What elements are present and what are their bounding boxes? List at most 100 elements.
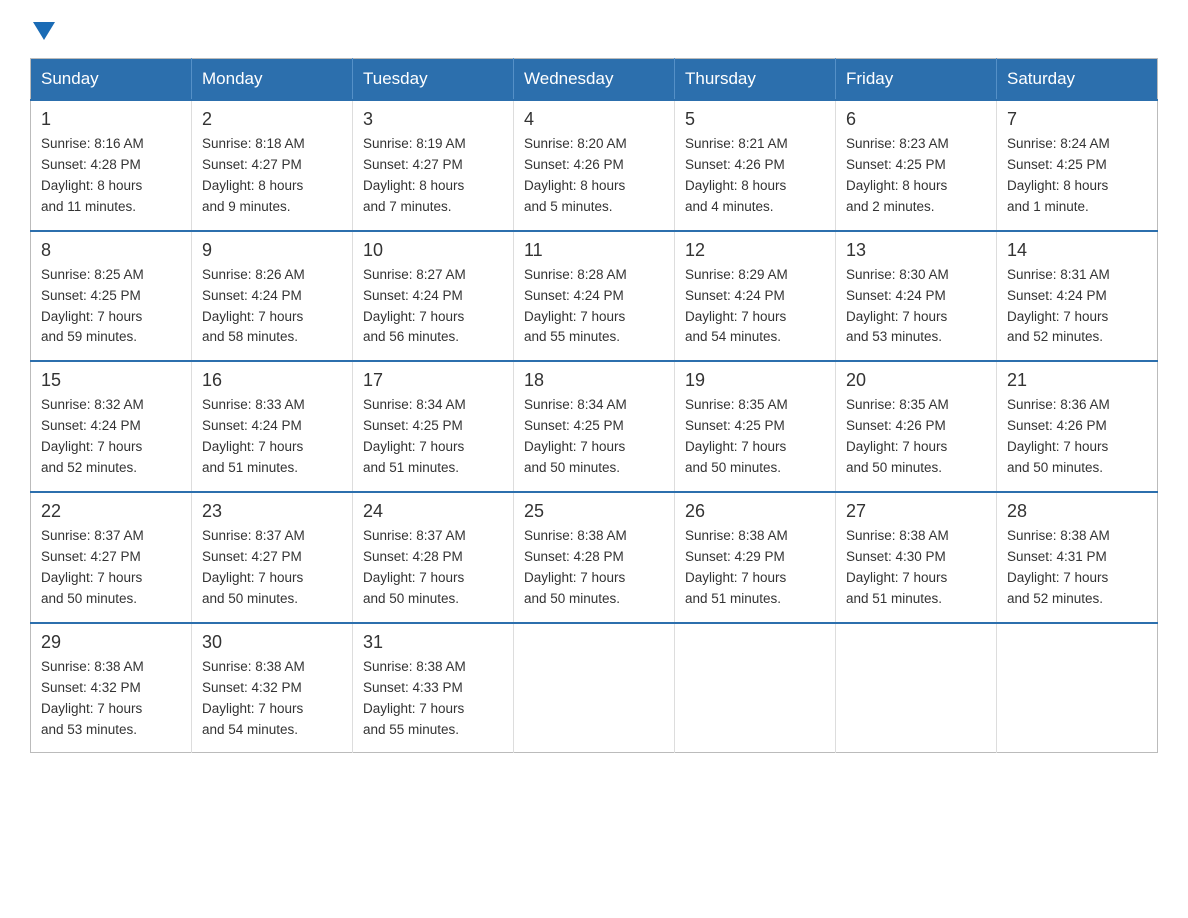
calendar-cell: 12 Sunrise: 8:29 AM Sunset: 4:24 PM Dayli…: [675, 231, 836, 362]
day-of-week-wednesday: Wednesday: [514, 59, 675, 101]
calendar-week-row: 15 Sunrise: 8:32 AM Sunset: 4:24 PM Dayli…: [31, 361, 1158, 492]
calendar-cell: 27 Sunrise: 8:38 AM Sunset: 4:30 PM Dayli…: [836, 492, 997, 623]
day-sun-info: Sunrise: 8:34 AM Sunset: 4:25 PM Dayligh…: [524, 395, 664, 479]
logo-triangle-icon: [33, 22, 55, 44]
day-of-week-saturday: Saturday: [997, 59, 1158, 101]
day-number: 10: [363, 240, 503, 261]
day-number: 18: [524, 370, 664, 391]
calendar-week-row: 22 Sunrise: 8:37 AM Sunset: 4:27 PM Dayli…: [31, 492, 1158, 623]
day-sun-info: Sunrise: 8:38 AM Sunset: 4:28 PM Dayligh…: [524, 526, 664, 610]
calendar-cell: 24Sunrise: 8:37 AM Sunset: 4:28 PM Dayli…: [353, 492, 514, 623]
day-sun-info: Sunrise: 8:29 AM Sunset: 4:24 PM Dayligh…: [685, 265, 825, 349]
day-sun-info: Sunrise: 8:38 AM Sunset: 4:29 PM Dayligh…: [685, 526, 825, 610]
day-number: 26: [685, 501, 825, 522]
day-number: 23: [202, 501, 342, 522]
calendar-cell: 3 Sunrise: 8:19 AM Sunset: 4:27 PM Daylig…: [353, 100, 514, 231]
day-number: 20: [846, 370, 986, 391]
day-sun-info: Sunrise: 8:24 AM Sunset: 4:25 PM Dayligh…: [1007, 134, 1147, 218]
day-number: 30: [202, 632, 342, 653]
calendar-week-row: 1 Sunrise: 8:16 AM Sunset: 4:28 PM Daylig…: [31, 100, 1158, 231]
calendar-cell: 22 Sunrise: 8:37 AM Sunset: 4:27 PM Dayli…: [31, 492, 192, 623]
calendar-cell: 15 Sunrise: 8:32 AM Sunset: 4:24 PM Dayli…: [31, 361, 192, 492]
calendar-cell: [997, 623, 1158, 753]
day-sun-info: Sunrise: 8:34 AM Sunset: 4:25 PM Dayligh…: [363, 395, 503, 479]
day-number: 15: [41, 370, 181, 391]
day-number: 5: [685, 109, 825, 130]
day-number: 14: [1007, 240, 1147, 261]
day-sun-info: Sunrise: 8:35 AM Sunset: 4:26 PM Dayligh…: [846, 395, 986, 479]
day-of-week-thursday: Thursday: [675, 59, 836, 101]
day-of-week-sunday: Sunday: [31, 59, 192, 101]
calendar-cell: 6Sunrise: 8:23 AM Sunset: 4:25 PM Daylig…: [836, 100, 997, 231]
calendar-cell: 5 Sunrise: 8:21 AM Sunset: 4:26 PM Daylig…: [675, 100, 836, 231]
day-number: 28: [1007, 501, 1147, 522]
day-number: 31: [363, 632, 503, 653]
calendar-week-row: 29Sunrise: 8:38 AM Sunset: 4:32 PM Dayli…: [31, 623, 1158, 753]
day-number: 3: [363, 109, 503, 130]
days-of-week-row: SundayMondayTuesdayWednesdayThursdayFrid…: [31, 59, 1158, 101]
calendar-cell: 28 Sunrise: 8:38 AM Sunset: 4:31 PM Dayli…: [997, 492, 1158, 623]
day-number: 1: [41, 109, 181, 130]
day-number: 22: [41, 501, 181, 522]
day-number: 17: [363, 370, 503, 391]
day-sun-info: Sunrise: 8:18 AM Sunset: 4:27 PM Dayligh…: [202, 134, 342, 218]
day-sun-info: Sunrise: 8:38 AM Sunset: 4:31 PM Dayligh…: [1007, 526, 1147, 610]
day-number: 19: [685, 370, 825, 391]
calendar-cell: 7 Sunrise: 8:24 AM Sunset: 4:25 PM Daylig…: [997, 100, 1158, 231]
day-sun-info: Sunrise: 8:36 AM Sunset: 4:26 PM Dayligh…: [1007, 395, 1147, 479]
day-of-week-friday: Friday: [836, 59, 997, 101]
day-of-week-monday: Monday: [192, 59, 353, 101]
calendar-cell: 8 Sunrise: 8:25 AM Sunset: 4:25 PM Daylig…: [31, 231, 192, 362]
day-number: 9: [202, 240, 342, 261]
calendar-cell: 14Sunrise: 8:31 AM Sunset: 4:24 PM Dayli…: [997, 231, 1158, 362]
calendar-cell: 19 Sunrise: 8:35 AM Sunset: 4:25 PM Dayli…: [675, 361, 836, 492]
day-sun-info: Sunrise: 8:19 AM Sunset: 4:27 PM Dayligh…: [363, 134, 503, 218]
calendar-cell: [836, 623, 997, 753]
day-sun-info: Sunrise: 8:38 AM Sunset: 4:32 PM Dayligh…: [202, 657, 342, 741]
calendar-cell: 30 Sunrise: 8:38 AM Sunset: 4:32 PM Dayli…: [192, 623, 353, 753]
calendar-cell: 9 Sunrise: 8:26 AM Sunset: 4:24 PM Daylig…: [192, 231, 353, 362]
calendar-cell: 4Sunrise: 8:20 AM Sunset: 4:26 PM Daylig…: [514, 100, 675, 231]
day-sun-info: Sunrise: 8:38 AM Sunset: 4:33 PM Dayligh…: [363, 657, 503, 741]
calendar-cell: 26 Sunrise: 8:38 AM Sunset: 4:29 PM Dayli…: [675, 492, 836, 623]
day-number: 12: [685, 240, 825, 261]
calendar-cell: 29Sunrise: 8:38 AM Sunset: 4:32 PM Dayli…: [31, 623, 192, 753]
calendar-cell: 18 Sunrise: 8:34 AM Sunset: 4:25 PM Dayli…: [514, 361, 675, 492]
day-number: 16: [202, 370, 342, 391]
calendar-table: SundayMondayTuesdayWednesdayThursdayFrid…: [30, 58, 1158, 753]
day-sun-info: Sunrise: 8:38 AM Sunset: 4:30 PM Dayligh…: [846, 526, 986, 610]
day-sun-info: Sunrise: 8:37 AM Sunset: 4:27 PM Dayligh…: [202, 526, 342, 610]
calendar-header: SundayMondayTuesdayWednesdayThursdayFrid…: [31, 59, 1158, 101]
day-number: 27: [846, 501, 986, 522]
calendar-cell: [514, 623, 675, 753]
calendar-cell: 13Sunrise: 8:30 AM Sunset: 4:24 PM Dayli…: [836, 231, 997, 362]
calendar-cell: 16Sunrise: 8:33 AM Sunset: 4:24 PM Dayli…: [192, 361, 353, 492]
day-sun-info: Sunrise: 8:26 AM Sunset: 4:24 PM Dayligh…: [202, 265, 342, 349]
day-sun-info: Sunrise: 8:25 AM Sunset: 4:25 PM Dayligh…: [41, 265, 181, 349]
day-number: 8: [41, 240, 181, 261]
day-sun-info: Sunrise: 8:38 AM Sunset: 4:32 PM Dayligh…: [41, 657, 181, 741]
day-number: 7: [1007, 109, 1147, 130]
page-header: [30, 20, 1158, 38]
calendar-cell: 10 Sunrise: 8:27 AM Sunset: 4:24 PM Dayli…: [353, 231, 514, 362]
calendar-cell: 25 Sunrise: 8:38 AM Sunset: 4:28 PM Dayli…: [514, 492, 675, 623]
calendar-cell: 21Sunrise: 8:36 AM Sunset: 4:26 PM Dayli…: [997, 361, 1158, 492]
calendar-cell: 31 Sunrise: 8:38 AM Sunset: 4:33 PM Dayli…: [353, 623, 514, 753]
calendar-cell: 20 Sunrise: 8:35 AM Sunset: 4:26 PM Dayli…: [836, 361, 997, 492]
day-sun-info: Sunrise: 8:35 AM Sunset: 4:25 PM Dayligh…: [685, 395, 825, 479]
day-of-week-tuesday: Tuesday: [353, 59, 514, 101]
day-sun-info: Sunrise: 8:28 AM Sunset: 4:24 PM Dayligh…: [524, 265, 664, 349]
day-number: 13: [846, 240, 986, 261]
day-sun-info: Sunrise: 8:32 AM Sunset: 4:24 PM Dayligh…: [41, 395, 181, 479]
day-number: 4: [524, 109, 664, 130]
day-number: 25: [524, 501, 664, 522]
logo: [30, 20, 55, 38]
calendar-cell: 1 Sunrise: 8:16 AM Sunset: 4:28 PM Daylig…: [31, 100, 192, 231]
day-number: 2: [202, 109, 342, 130]
day-sun-info: Sunrise: 8:23 AM Sunset: 4:25 PM Dayligh…: [846, 134, 986, 218]
calendar-cell: 17 Sunrise: 8:34 AM Sunset: 4:25 PM Dayli…: [353, 361, 514, 492]
day-sun-info: Sunrise: 8:16 AM Sunset: 4:28 PM Dayligh…: [41, 134, 181, 218]
day-sun-info: Sunrise: 8:27 AM Sunset: 4:24 PM Dayligh…: [363, 265, 503, 349]
day-sun-info: Sunrise: 8:37 AM Sunset: 4:27 PM Dayligh…: [41, 526, 181, 610]
day-sun-info: Sunrise: 8:21 AM Sunset: 4:26 PM Dayligh…: [685, 134, 825, 218]
